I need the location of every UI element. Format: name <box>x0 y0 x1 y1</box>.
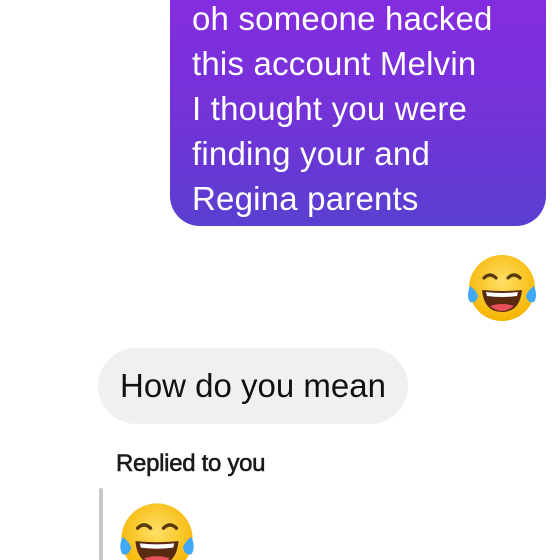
chat-screen: oh someone hacked this account Melvin I … <box>0 0 560 560</box>
received-message-text: How do you mean <box>120 367 386 404</box>
sent-message-text: oh someone hacked this account Melvin I … <box>192 0 493 217</box>
face-with-tears-of-joy-icon[interactable] <box>464 250 540 326</box>
face-with-tears-of-joy-icon[interactable] <box>116 498 198 560</box>
reply-quote-bar <box>99 488 103 560</box>
sent-message-bubble[interactable]: oh someone hacked this account Melvin I … <box>170 0 546 226</box>
received-message-bubble[interactable]: How do you mean <box>98 348 408 424</box>
reply-context-label: Replied to you <box>116 450 266 478</box>
